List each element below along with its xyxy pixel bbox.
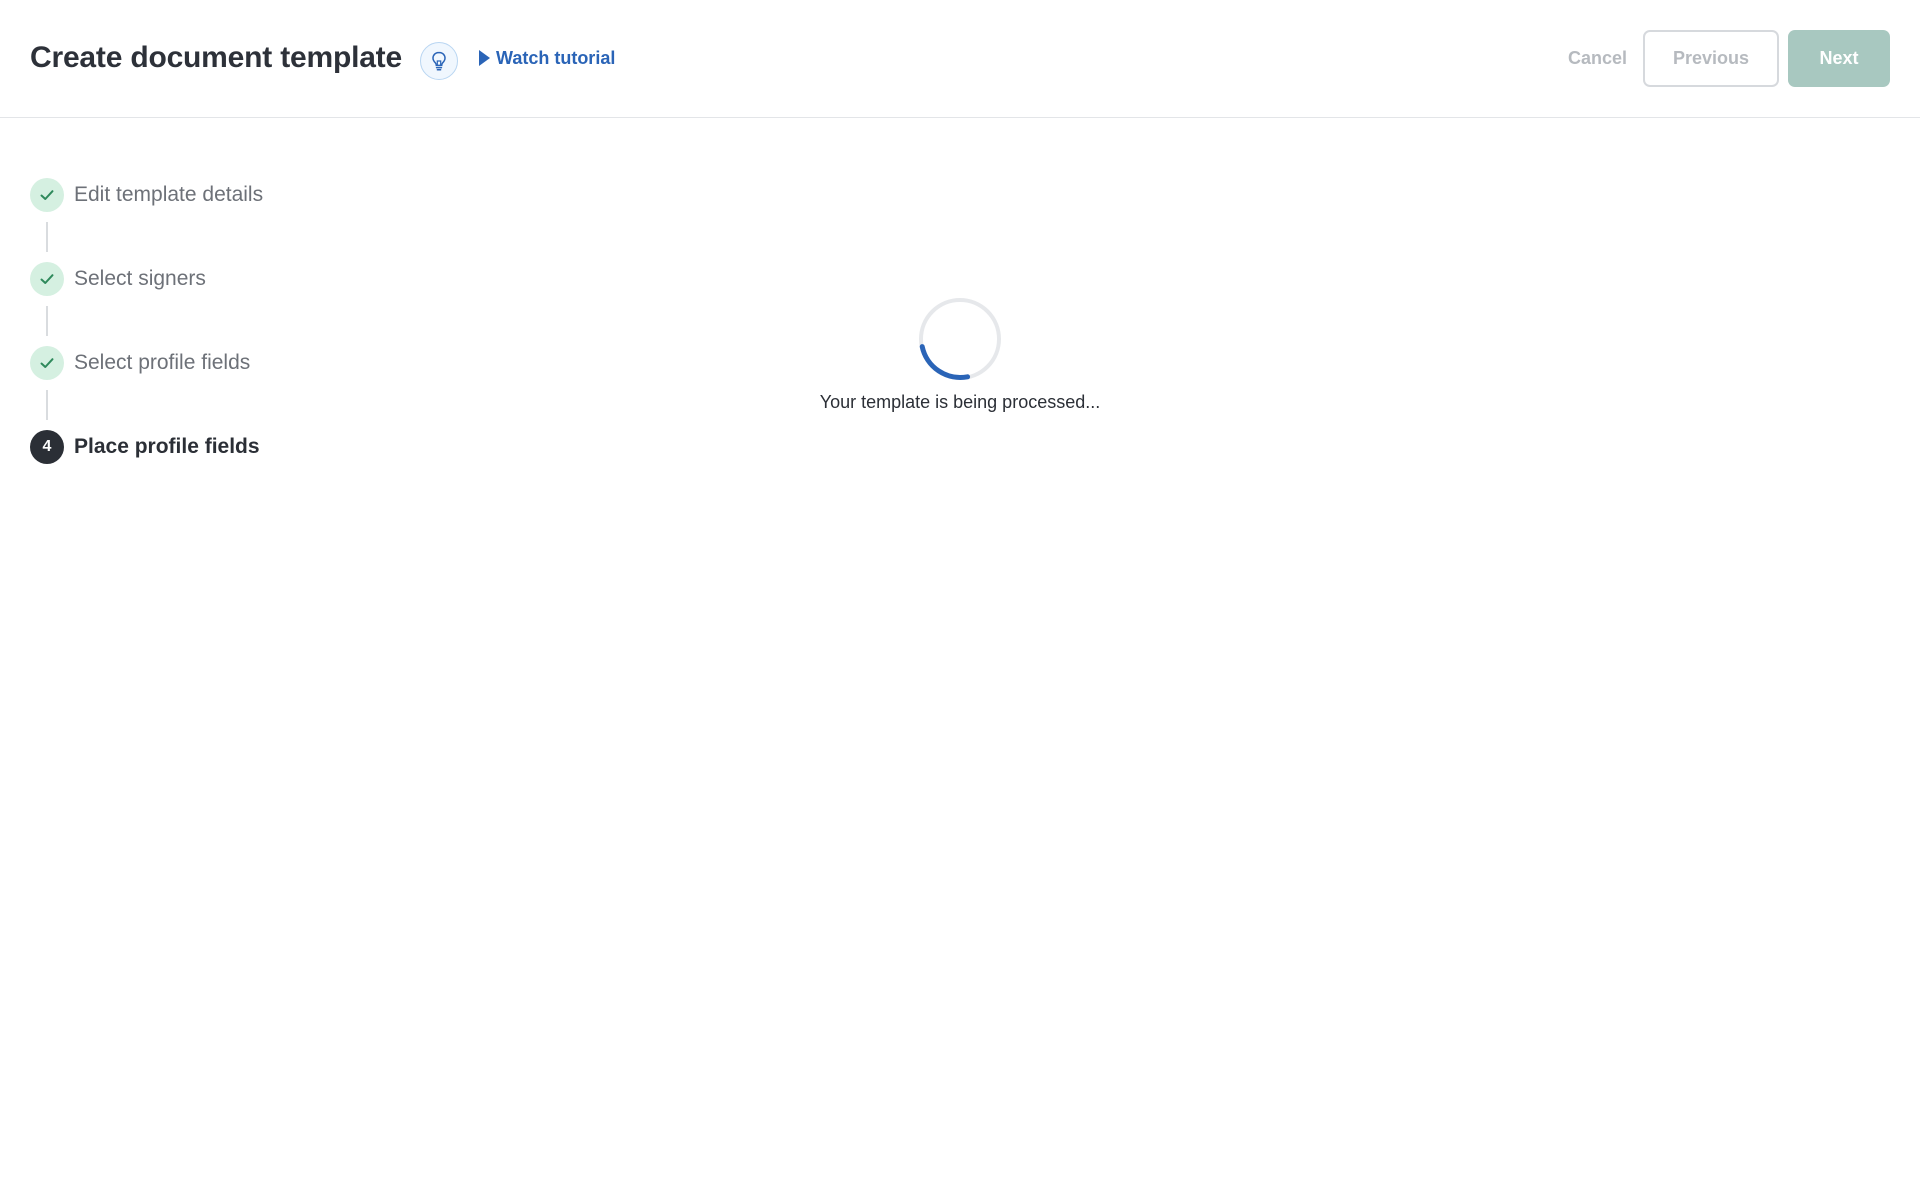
check-icon — [40, 274, 54, 284]
lightbulb-icon — [432, 51, 446, 71]
watch-tutorial-label: Watch tutorial — [496, 47, 616, 68]
watch-tutorial-link[interactable]: Watch tutorial — [479, 46, 615, 70]
check-icon — [40, 358, 54, 368]
step-status-done — [30, 178, 64, 212]
step-select-signers: Select signers — [30, 262, 330, 296]
step-place-profile-fields: 4 Place profile fields — [30, 430, 330, 464]
check-icon — [40, 190, 54, 200]
step-label: Place profile fields — [74, 435, 260, 458]
page-header: Create document template Watch tutorial … — [0, 0, 1920, 118]
next-button[interactable]: Next — [1788, 30, 1890, 87]
previous-button[interactable]: Previous — [1643, 30, 1779, 87]
step-connector — [46, 390, 48, 420]
step-select-profile-fields: Select profile fields — [30, 346, 330, 380]
step-status-done — [30, 346, 64, 380]
step-label: Edit template details — [74, 183, 264, 206]
step-status-done — [30, 262, 64, 296]
processing-status-text: Your template is being processed... — [819, 392, 1101, 412]
step-edit-template-details: Edit template details — [30, 178, 330, 212]
step-number-badge: 4 — [30, 430, 64, 464]
tips-button[interactable] — [420, 42, 458, 80]
step-label: Select signers — [74, 267, 206, 290]
step-connector — [46, 306, 48, 336]
cancel-button[interactable]: Cancel — [1568, 46, 1627, 70]
step-label: Select profile fields — [74, 351, 251, 374]
play-icon — [479, 50, 490, 66]
loading-spinner — [919, 298, 1001, 380]
page-title: Create document template — [30, 41, 402, 74]
step-connector — [46, 222, 48, 252]
